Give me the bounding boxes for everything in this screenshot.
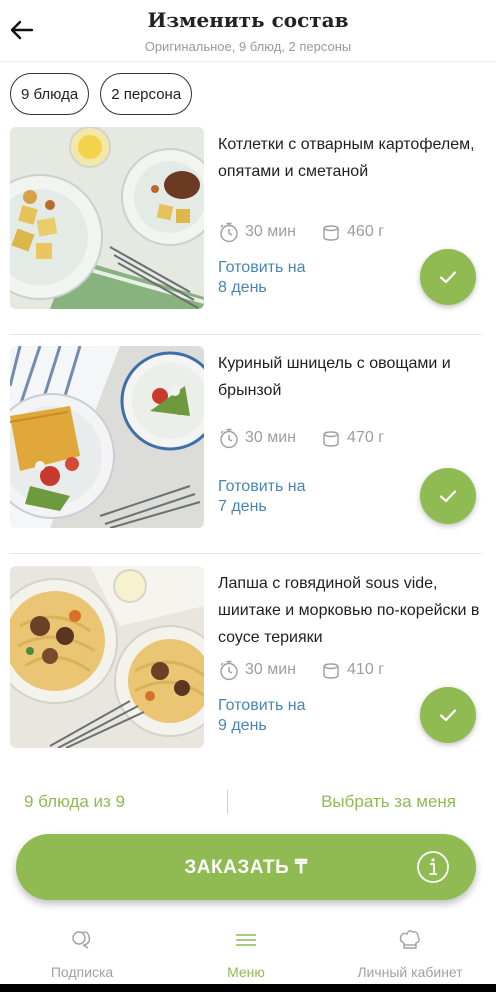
info-icon[interactable] [416,850,450,884]
order-button[interactable]: ЗАКАЗАТЬ ₸ [16,834,476,900]
selection-summary: 9 блюда из 9 Выбрать за меня [0,768,496,836]
auto-pick-button[interactable]: Выбрать за меня [321,792,456,812]
cook-time: 30 мин [245,429,297,446]
dish-photo [10,566,204,748]
nav-item-subscription[interactable]: Подписка [12,918,152,984]
dish-card[interactable]: Куриный шницель с овощами и брынзой 30 м… [10,346,482,530]
nav-item-menu[interactable]: Меню [176,918,316,984]
divider [10,334,482,335]
dish-card[interactable]: Лапша с говядиной sous vide, шиитаке и м… [10,566,482,750]
timer-icon [220,428,238,449]
dish-weight-group: 470 г [320,427,384,449]
cook-day-link[interactable]: Готовить на 7 день [218,477,305,517]
cook-time: 30 мин [245,223,297,240]
system-bar [0,984,496,992]
cook-day-value: 7 день [218,498,267,515]
timer-icon [220,222,238,243]
divider [10,553,482,554]
weight-pot-icon [323,663,339,679]
cook-day-link[interactable]: Готовить на 8 день [218,258,305,298]
nav-label: Личный кабинет [357,964,463,980]
dish-photo [10,346,204,528]
select-dish-button[interactable] [420,249,476,305]
cook-day-label: Готовить на [218,697,306,714]
dish-meta: 30 мин 410 г [218,659,384,681]
dish-card[interactable]: Котлетки с отварным картофелем, опятами … [10,127,482,311]
cook-day-value: 9 день [218,717,267,734]
dish-count-chip[interactable]: 9 блюда [10,73,90,115]
dish-weight: 410 г [347,661,384,678]
nav-label: Меню [227,964,265,980]
dish-meta: 30 мин 460 г [218,221,384,243]
cook-day-label: Готовить на [218,259,306,276]
nav-item-account[interactable]: Личный кабинет [340,918,480,984]
select-dish-button[interactable] [420,687,476,743]
bottom-nav: Подписка Меню Личный кабинет [0,918,496,984]
filter-chips: 9 блюда 2 персона [10,73,193,117]
checkmark-icon [439,490,457,503]
dish-photo [10,127,204,309]
order-button-label: ЗАКАЗАТЬ ₸ [184,857,308,878]
dish-weight-group: 410 г [320,659,384,681]
cook-day-link[interactable]: Готовить на 9 день [218,696,305,736]
page-title: Изменить состав [147,8,349,32]
timer-icon [220,660,238,681]
cook-day-label: Готовить на [218,478,306,495]
persons-chip[interactable]: 2 персона [100,73,193,115]
nav-label: Подписка [50,964,114,980]
dish-weight-group: 460 г [320,221,384,243]
dish-meta: 30 мин 470 г [218,427,384,449]
menu-icon [236,934,256,946]
checkmark-icon [439,709,457,722]
weight-pot-icon [323,225,339,241]
weight-pot-icon [323,431,339,447]
select-dish-button[interactable] [420,468,476,524]
selected-count: 9 блюда из 9 [24,792,126,811]
dish-name: Куриный шницель с овощами и брынзой [218,355,451,399]
dish-weight: 460 г [347,223,384,240]
cook-time: 30 мин [245,661,297,678]
summary-separator [227,790,228,814]
cook-day-value: 8 день [218,279,267,296]
subscription-icon [72,931,91,949]
dish-name: Лапша с говядиной sous vide, шиитаке и м… [218,575,480,646]
checkmark-icon [439,271,457,284]
page-subtitle: Оригинальное, 9 блюд, 2 персоны [144,39,352,54]
dish-weight: 470 г [347,429,384,446]
chef-hat-icon [399,930,420,949]
dish-name: Котлетки с отварным картофелем, опятами … [218,136,475,180]
header: Изменить состав Оригинальное, 9 блюд, 2 … [0,0,496,62]
